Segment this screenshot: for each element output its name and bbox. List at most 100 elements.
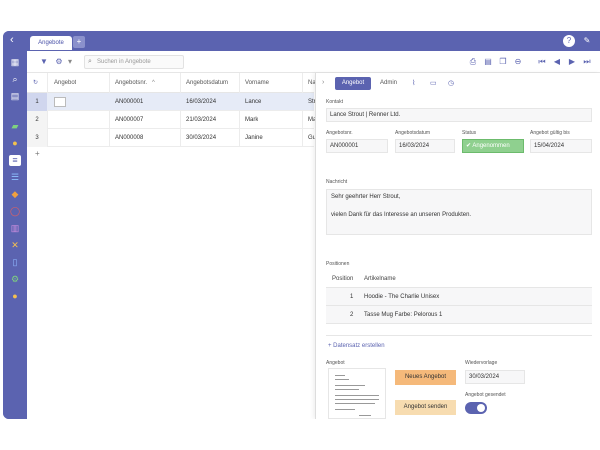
table-row[interactable]: 3 AN000008 30/03/2024 Janine Gu xyxy=(27,129,316,147)
apps-grid-icon[interactable]: ▦ xyxy=(9,57,21,68)
status-label: Status xyxy=(462,130,477,136)
collapse-chevron-icon[interactable]: › xyxy=(322,79,324,86)
wiedervorlage-label: Wiedervorlage xyxy=(465,360,498,366)
create-record-button[interactable]: + Datensatz erstellen xyxy=(328,343,385,349)
refresh-icon[interactable]: ↻ xyxy=(33,73,38,93)
comment-icon[interactable]: ▭ xyxy=(430,79,437,87)
search-placeholder: Suchen in Angebote xyxy=(97,59,151,65)
wrench-icon[interactable]: ✎ xyxy=(581,35,593,47)
wiedervorlage-field[interactable]: 30/03/2024 xyxy=(465,370,525,384)
col-angebotsdatum[interactable]: Angebotsdatum xyxy=(186,73,228,93)
send-offer-button[interactable]: Angebot senden xyxy=(395,400,456,415)
add-tab-button[interactable]: + xyxy=(73,36,85,48)
cell-first-name: Janine xyxy=(245,135,263,141)
nachricht-textarea[interactable]: Sehr geehrter Herr Strout, vielen Dank f… xyxy=(326,189,592,235)
positionen-label: Positionen xyxy=(326,261,350,267)
document-icon[interactable]: ▯ xyxy=(9,257,21,268)
position-row[interactable]: 1 Hoodie - The Charlie Unisex xyxy=(326,288,592,306)
gesendet-label: Angebot gesendet xyxy=(465,392,506,398)
people-icon[interactable]: ● xyxy=(9,138,21,149)
sidebar: ▦ ⌕ ▤ ▰ ● ≡ ☰ ◆ ◯ ▥ ✕ ▯ ⚙ ● xyxy=(3,51,27,419)
col-angebotsnr[interactable]: Angebotsnr. xyxy=(115,73,147,93)
create-label: Datensatz erstellen xyxy=(333,343,385,349)
last-record-icon[interactable]: ⏭ xyxy=(582,57,592,67)
offer-document-preview[interactable] xyxy=(328,368,386,419)
trash-icon[interactable]: ▥ xyxy=(9,223,21,234)
gear-icon[interactable]: ⚙ xyxy=(54,57,64,67)
search-input[interactable]: ⌕ Suchen in Angebote xyxy=(84,55,184,69)
nachricht-label: Nachricht xyxy=(326,179,348,185)
cell-date: 30/03/2024 xyxy=(186,135,217,141)
positions-header: Position Artikelname xyxy=(326,270,592,288)
history-icon[interactable]: ◷ xyxy=(448,79,454,87)
row-number: 3 xyxy=(27,129,47,147)
sort-asc-icon: ^ xyxy=(152,80,155,86)
attachment-icon[interactable]: ⌇ xyxy=(412,79,415,87)
list-icon[interactable]: ☰ xyxy=(9,172,21,183)
row-number: 1 xyxy=(27,93,47,111)
col-angebot[interactable]: Angebot xyxy=(54,73,76,93)
cancel-icon[interactable]: ⊖ xyxy=(513,57,523,67)
angebotsnr-label: Angebotsnr. xyxy=(326,130,353,136)
tab-angebot[interactable]: Angebot xyxy=(335,77,371,90)
table-row[interactable]: 1 AN000001 16/03/2024 Lance Str xyxy=(27,93,316,111)
tab-angebote[interactable]: Angebote xyxy=(30,36,72,50)
first-record-icon[interactable]: ⏮ xyxy=(537,57,547,67)
calendar-icon[interactable]: ▤ xyxy=(9,91,21,102)
divider xyxy=(326,335,592,336)
search-icon[interactable]: ⌕ xyxy=(9,74,21,85)
angebotsdatum-label: Angebotsdatum xyxy=(395,130,431,136)
toolbar: ▼ ⚙ ▾ ⌕ Suchen in Angebote ⎙ ▤ ❐ ⊖ ⏮ ◀ ▶… xyxy=(27,51,600,73)
position-number: 2 xyxy=(350,312,354,318)
status-badge[interactable]: ✔ Angenommen xyxy=(462,139,524,153)
position-number: 1 xyxy=(350,294,354,300)
filter-icon[interactable]: ▼ xyxy=(39,57,49,67)
kontakt-value: Lance Strout | Renner Ltd. xyxy=(330,112,401,118)
col-vorname[interactable]: Vorname xyxy=(245,73,269,93)
angebotsnr-field[interactable]: AN000001 xyxy=(326,139,388,153)
chevron-down-icon[interactable]: ▾ xyxy=(65,57,75,67)
angebot-gesendet-toggle[interactable] xyxy=(465,402,487,414)
new-offer-button[interactable]: Neues Angebot xyxy=(395,370,456,385)
angebotsdatum-field[interactable]: 16/03/2024 xyxy=(395,139,455,153)
offer-thumbnail xyxy=(54,97,66,107)
cell-date: 21/03/2024 xyxy=(186,117,217,123)
tab-admin[interactable]: Admin xyxy=(380,77,397,90)
chart-icon[interactable]: ▰ xyxy=(9,121,21,132)
search-icon: ⌕ xyxy=(88,58,92,65)
detail-panel: › Angebot Admin ⌇ ▭ ◷ Kontakt Lance Stro… xyxy=(315,73,600,419)
table-row[interactable]: 2 AN000007 21/03/2024 Mark Ma xyxy=(27,111,316,129)
back-chevron-icon[interactable]: ‹ xyxy=(10,34,14,46)
next-record-icon[interactable]: ▶ xyxy=(567,57,577,67)
print-icon[interactable]: ⎙ xyxy=(468,57,478,67)
settings-icon[interactable]: ⚙ xyxy=(9,274,21,285)
tools-icon[interactable]: ✕ xyxy=(9,240,21,251)
clipboard-icon[interactable]: ▤ xyxy=(483,57,493,67)
gueltig-label: Angebot gültig bis xyxy=(530,130,570,136)
nachricht-line: Sehr geehrter Herr Strout, xyxy=(331,194,401,200)
app-frame: ‹ Angebote + ? ✎ ▦ ⌕ ▤ ▰ ● ≡ ☰ ◆ ◯ ▥ ✕ ▯… xyxy=(3,31,600,419)
status-value: Angenommen xyxy=(472,143,510,149)
angebot-doc-label: Angebot xyxy=(326,360,345,366)
bag-icon[interactable]: ◆ xyxy=(9,189,21,200)
help-icon[interactable]: ? xyxy=(563,35,575,47)
circle-icon[interactable]: ◯ xyxy=(9,206,21,217)
row-number: 2 xyxy=(27,111,47,129)
kontakt-label: Kontakt xyxy=(326,99,343,105)
prev-record-icon[interactable]: ◀ xyxy=(552,57,562,67)
panel-tabs: › Angebot Admin ⌇ ▭ ◷ xyxy=(316,73,600,95)
copy-icon[interactable]: ❐ xyxy=(498,57,508,67)
position-name: Tasse Mug Farbe: Pelorous 1 xyxy=(364,312,443,318)
info-icon[interactable]: ● xyxy=(9,291,21,302)
nachricht-line: vielen Dank für das Interesse an unseren… xyxy=(331,212,472,218)
main-area: ▼ ⚙ ▾ ⌕ Suchen in Angebote ⎙ ▤ ❐ ⊖ ⏮ ◀ ▶… xyxy=(27,51,600,419)
cell-first-name: Lance xyxy=(245,99,262,105)
cell-angebotsnr: AN000001 xyxy=(115,99,144,105)
top-bar: ‹ Angebote + ? ✎ xyxy=(3,31,600,51)
col-artikelname: Artikelname xyxy=(364,276,396,282)
position-row[interactable]: 2 Tasse Mug Farbe: Pelorous 1 xyxy=(326,306,592,324)
gueltig-field[interactable]: 15/04/2024 xyxy=(530,139,592,153)
add-row-button[interactable]: + xyxy=(35,149,40,158)
offers-icon[interactable]: ≡ xyxy=(9,155,21,166)
kontakt-field[interactable]: Lance Strout | Renner Ltd. xyxy=(326,108,592,122)
